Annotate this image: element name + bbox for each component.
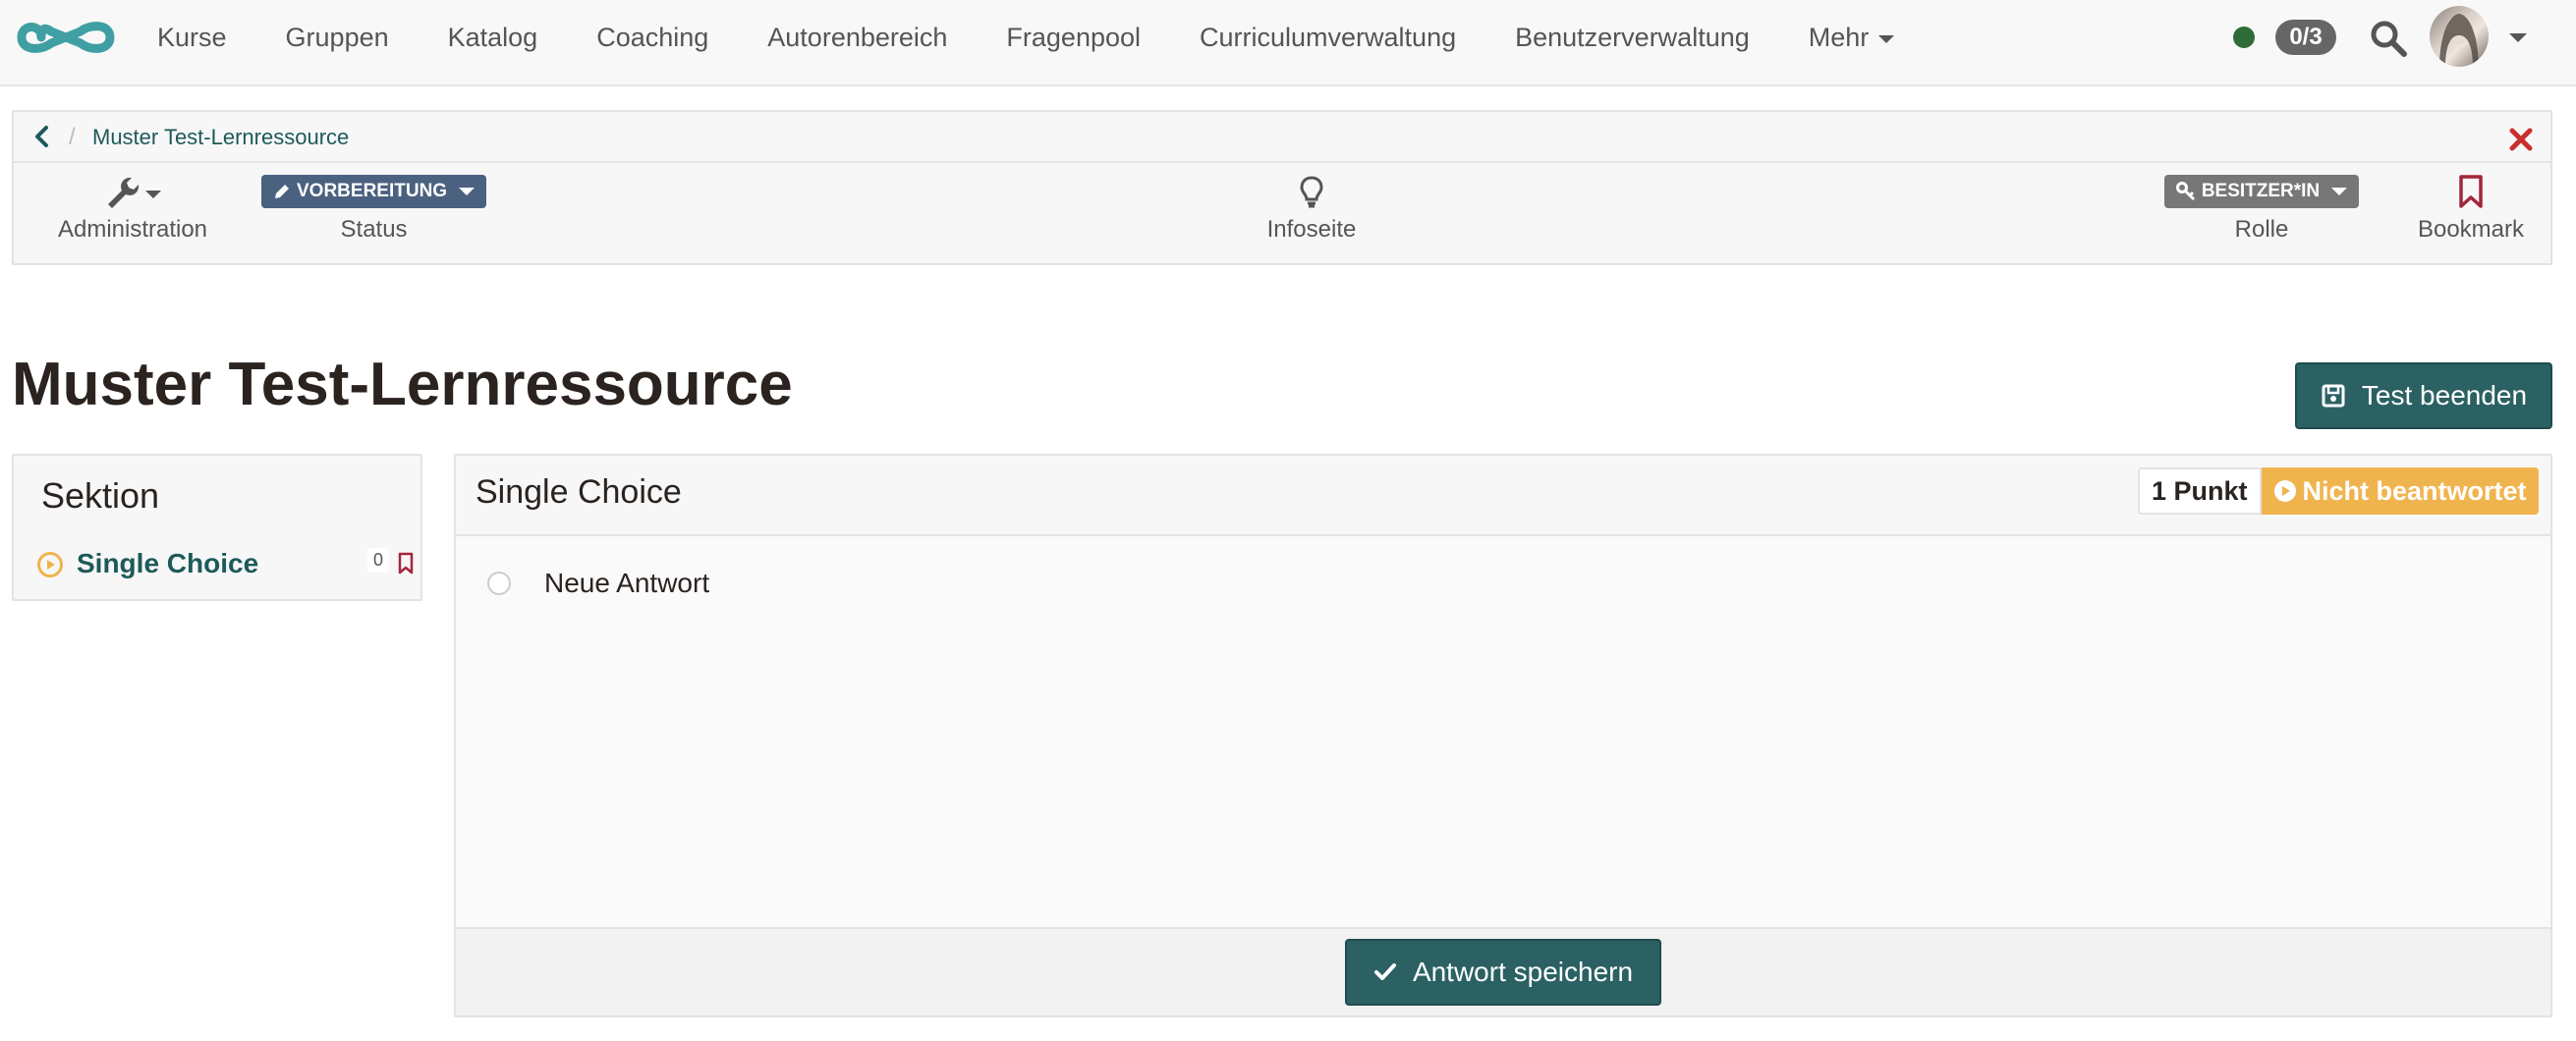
bookmark-icon xyxy=(2459,175,2483,208)
play-circle-icon xyxy=(2273,480,2296,502)
info-page-label: Infoseite xyxy=(1266,216,1357,243)
nav-link-kurse[interactable]: Kurse xyxy=(157,23,227,53)
nav-link-curriculumverwaltung[interactable]: Curriculumverwaltung xyxy=(1200,23,1456,53)
answer-label: Neue Antwort xyxy=(544,568,710,598)
end-test-button[interactable]: Test beenden xyxy=(2295,362,2552,429)
answer-state-label: Nicht beantwortet xyxy=(2302,475,2527,506)
question-meta: 1 Punkt Nicht beantwortet xyxy=(2138,467,2539,515)
check-icon xyxy=(1373,963,1396,980)
nav-link-gruppen[interactable]: Gruppen xyxy=(286,23,389,53)
role-label: Rolle xyxy=(2234,216,2289,243)
wrench-icon xyxy=(108,177,161,208)
chevron-down-icon xyxy=(2331,188,2348,195)
page-title: Muster Test-Lernressource xyxy=(12,351,793,418)
section-title: Sektion xyxy=(41,475,160,516)
answer-state-badge: Nicht beantwortet xyxy=(2261,467,2539,515)
play-circle-icon xyxy=(37,552,63,577)
notification-count-badge[interactable]: 0/3 xyxy=(2275,20,2336,55)
breadcrumb: / Muster Test-Lernressource xyxy=(14,112,2550,163)
answer-option[interactable]: Neue Antwort xyxy=(487,564,709,603)
points-badge: 1 Punkt xyxy=(2138,467,2262,515)
status-dropdown[interactable]: VORBEREITUNG xyxy=(261,175,487,208)
chevron-down-icon xyxy=(459,188,476,195)
chevron-left-icon[interactable] xyxy=(31,124,53,149)
close-icon[interactable] xyxy=(2507,126,2535,153)
save-icon xyxy=(2322,384,2345,408)
nav-link-autorenbereich[interactable]: Autorenbereich xyxy=(767,23,947,53)
online-status-icon xyxy=(2233,27,2255,48)
pencil-icon xyxy=(275,185,289,198)
administration-label: Administration xyxy=(57,216,208,243)
save-answer-label: Antwort speichern xyxy=(1412,957,1634,987)
section-panel: Sektion Single Choice 0 xyxy=(12,454,422,601)
nav-link-katalog[interactable]: Katalog xyxy=(448,23,538,53)
answer-radio[interactable] xyxy=(487,572,511,595)
chevron-down-icon xyxy=(1878,35,1895,43)
breadcrumb-separator: / xyxy=(69,124,76,150)
main-nav: Kurse Gruppen Katalog Coaching Autorenbe… xyxy=(157,0,1953,75)
breadcrumb-item[interactable]: Muster Test-Lernressource xyxy=(92,125,349,150)
end-test-label: Test beenden xyxy=(2361,380,2528,411)
question-panel: Single Choice 1 Punkt Nicht beantwortet … xyxy=(454,454,2552,1017)
nav-link-fragenpool[interactable]: Fragenpool xyxy=(1006,23,1141,53)
bookmark-icon[interactable] xyxy=(397,552,415,575)
question-title: Single Choice xyxy=(476,473,682,511)
user-menu-chevron-down-icon[interactable] xyxy=(2509,33,2527,42)
role-value: BESITZER*IN xyxy=(2201,181,2321,201)
question-header: Single Choice 1 Punkt Nicht beantwortet xyxy=(456,456,2550,536)
user-avatar[interactable] xyxy=(2430,6,2489,67)
infinity-logo-icon[interactable] xyxy=(14,13,118,62)
nav-more-label: Mehr xyxy=(1808,22,1870,52)
save-answer-button[interactable]: Antwort speichern xyxy=(1345,939,1661,1006)
course-toolbar: / Muster Test-Lernressource Administrati… xyxy=(12,110,2552,265)
status-label: Status xyxy=(340,216,408,243)
section-item-label[interactable]: Single Choice xyxy=(77,548,258,579)
bookmark-label: Bookmark xyxy=(2417,216,2525,243)
item-count-badge: 0 xyxy=(367,548,390,573)
section-item[interactable]: Single Choice 0 xyxy=(37,546,414,585)
status-tool[interactable]: VORBEREITUNG Status xyxy=(261,173,487,244)
role-tool[interactable]: BESITZER*IN Rolle xyxy=(2152,173,2372,244)
nav-link-coaching[interactable]: Coaching xyxy=(596,23,708,53)
question-footer: Antwort speichern xyxy=(456,927,2550,1015)
top-navbar: Kurse Gruppen Katalog Coaching Autorenbe… xyxy=(0,0,2576,86)
administration-tool[interactable]: Administration xyxy=(41,173,224,244)
status-value: VORBEREITUNG xyxy=(297,181,448,201)
search-icon[interactable] xyxy=(2369,19,2408,58)
bookmark-tool[interactable]: Bookmark xyxy=(2397,173,2545,244)
info-page-tool[interactable]: Infoseite xyxy=(1224,173,1399,244)
role-dropdown[interactable]: BESITZER*IN xyxy=(2163,175,2360,208)
nav-more-menu[interactable]: Mehr xyxy=(1809,23,1895,53)
nav-link-benutzerverwaltung[interactable]: Benutzerverwaltung xyxy=(1515,23,1750,53)
key-icon xyxy=(2175,182,2195,201)
lightbulb-icon xyxy=(1300,176,1323,208)
